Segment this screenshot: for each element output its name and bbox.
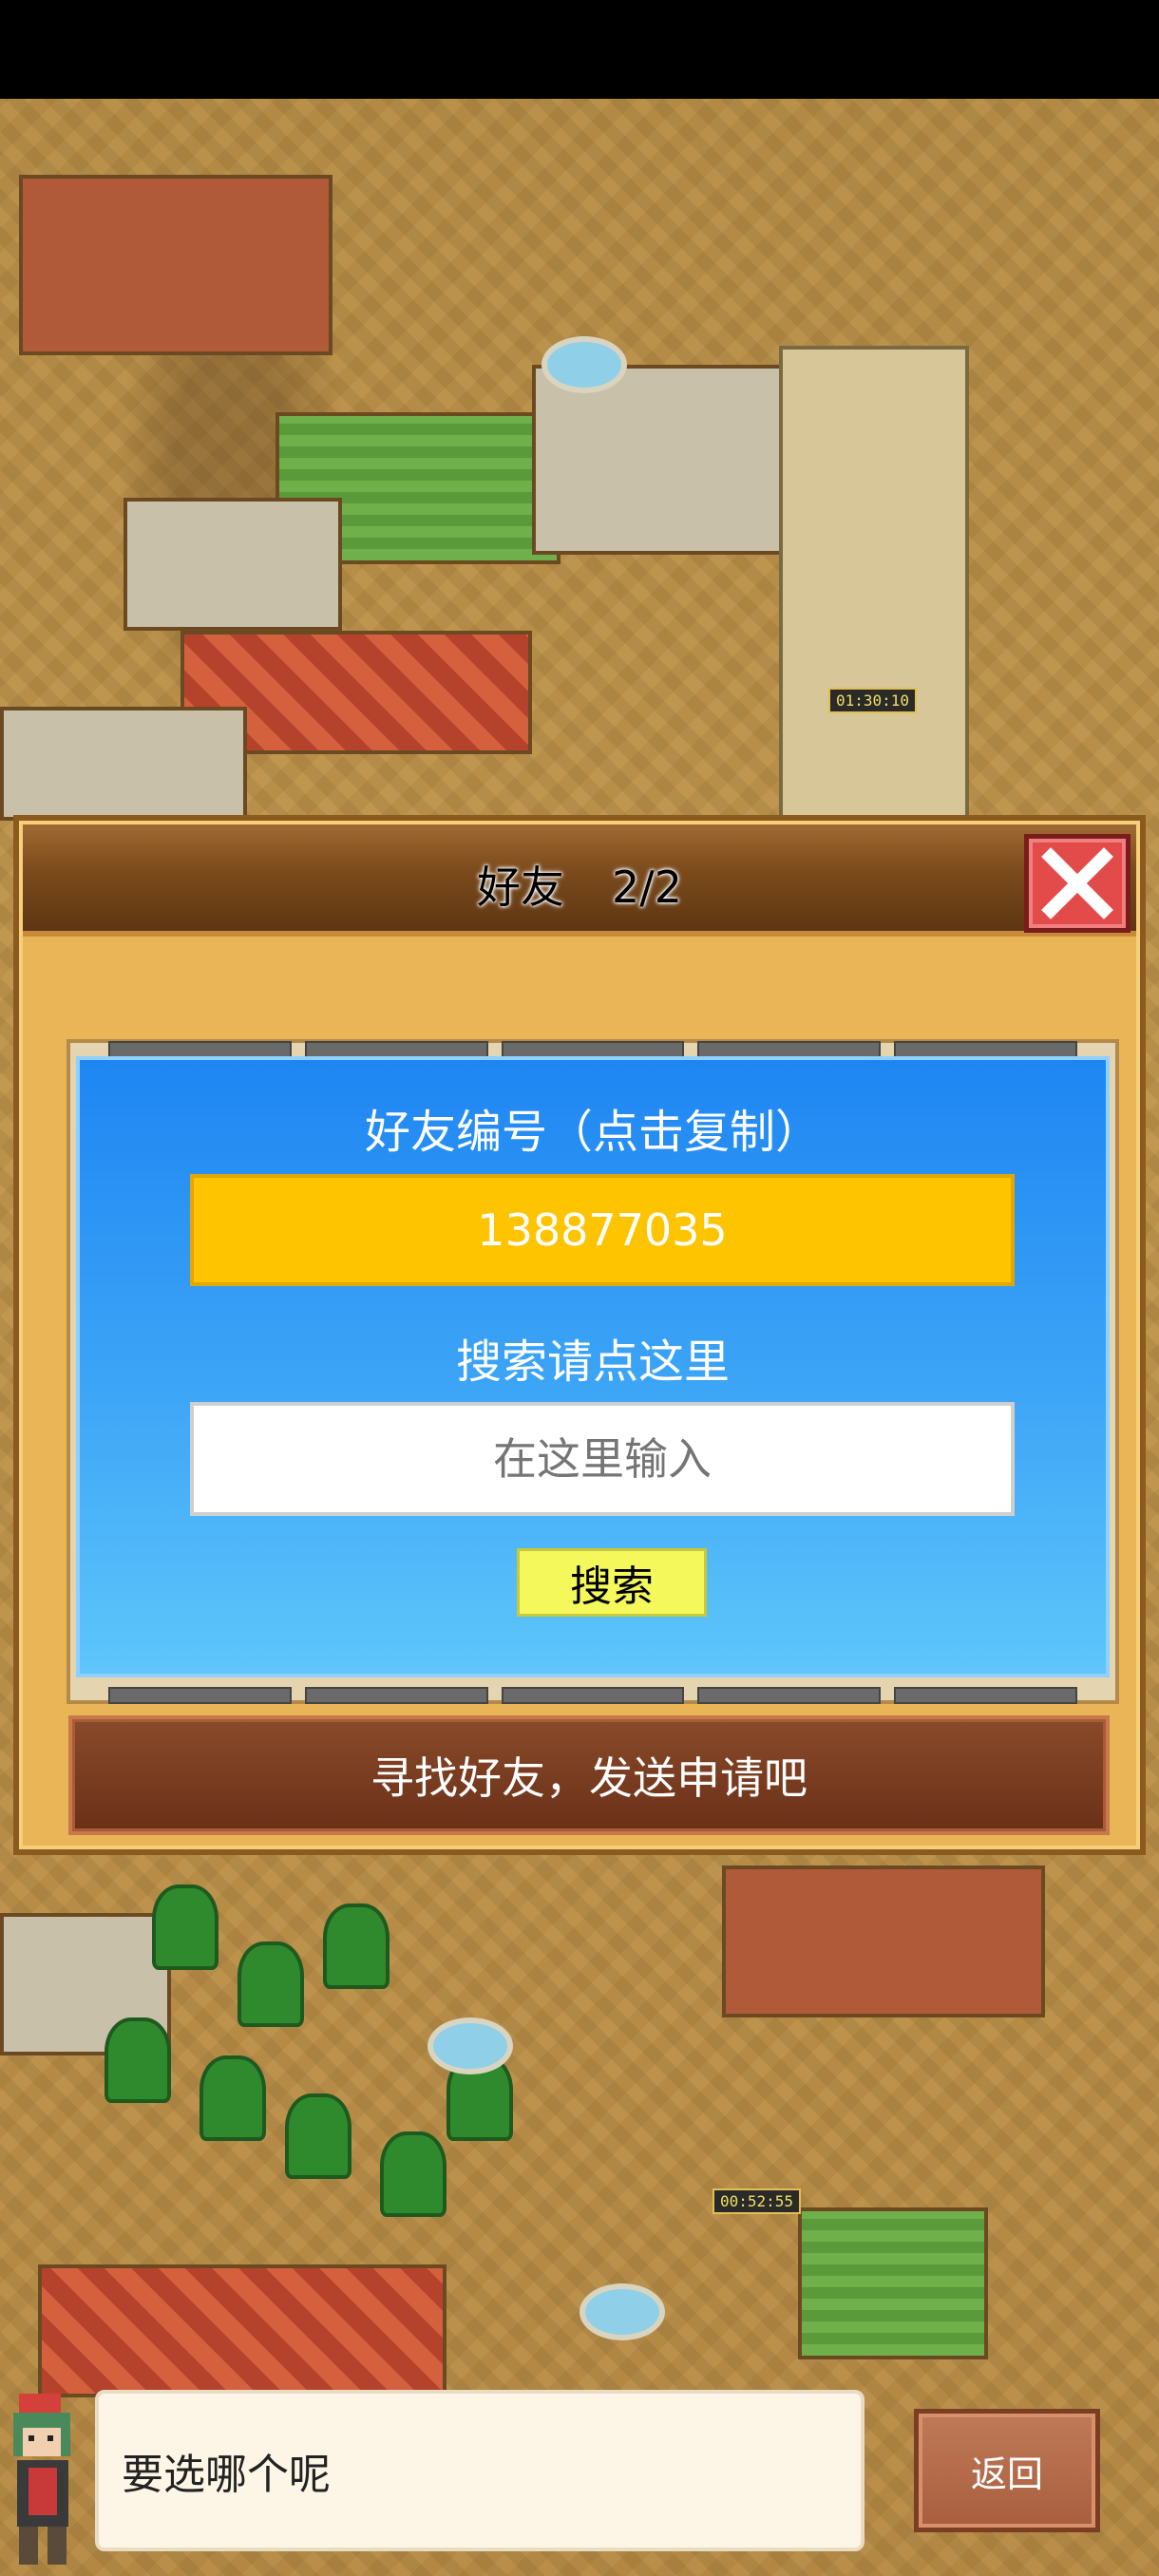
speech-bubble: 要选哪个呢 <box>95 2390 864 2551</box>
status-bar <box>0 0 1159 99</box>
dialog-header: 好友 2/2 <box>23 824 1136 937</box>
bg-tower <box>779 346 969 821</box>
dialog-title: 好友 2/2 <box>23 853 1136 916</box>
friend-search-input[interactable] <box>190 1402 1015 1516</box>
bg-timer: 01:30:10 <box>828 688 918 713</box>
bg-fountain <box>428 2017 513 2074</box>
bg-tree <box>323 1904 390 1989</box>
bg-fountain <box>542 336 627 393</box>
friend-id-label: 好友编号（点击复制） <box>364 1106 821 1159</box>
bg-tree <box>285 2093 352 2179</box>
bg-shop <box>722 1866 1045 2017</box>
bg-tree <box>152 1885 218 1970</box>
dialog-title-text: 好友 <box>476 862 564 913</box>
friend-count: 2/2 <box>611 862 683 913</box>
search-label: 搜索请点这里 <box>455 1335 730 1389</box>
bg-storage <box>124 498 342 631</box>
bg-tree <box>200 2055 266 2141</box>
character-avatar <box>13 2394 70 2565</box>
bg-tree <box>380 2131 446 2217</box>
bg-fountain <box>580 2283 665 2340</box>
bg-tree <box>104 2017 171 2103</box>
bg-house <box>19 175 332 355</box>
bg-rocks <box>0 707 247 821</box>
friend-panel-frame: 好友编号（点击复制） 138877035 搜索请点这里 搜索 <box>66 1039 1119 1704</box>
friend-dialog: 好友 2/2 好友编号（点击复制） 138877035 搜索请点这里 搜索 寻找好… <box>13 815 1146 1855</box>
friend-id-copy-button[interactable]: 138877035 <box>190 1174 1015 1286</box>
close-icon <box>1041 847 1113 919</box>
panel-notches-bottom <box>108 1687 1077 1704</box>
friend-panel: 好友编号（点击复制） 138877035 搜索请点这里 搜索 <box>76 1056 1110 1677</box>
back-button[interactable]: 返回 <box>914 2409 1100 2532</box>
bg-cabbage-field <box>798 2207 988 2359</box>
close-button[interactable] <box>1024 834 1130 933</box>
bg-tree <box>238 1941 304 2027</box>
search-button[interactable]: 搜索 <box>517 1548 707 1617</box>
bg-crop-rows <box>38 2264 446 2397</box>
bg-timer: 00:52:55 <box>712 2188 802 2214</box>
find-friends-button[interactable]: 寻找好友，发送申请吧 <box>68 1715 1110 1835</box>
